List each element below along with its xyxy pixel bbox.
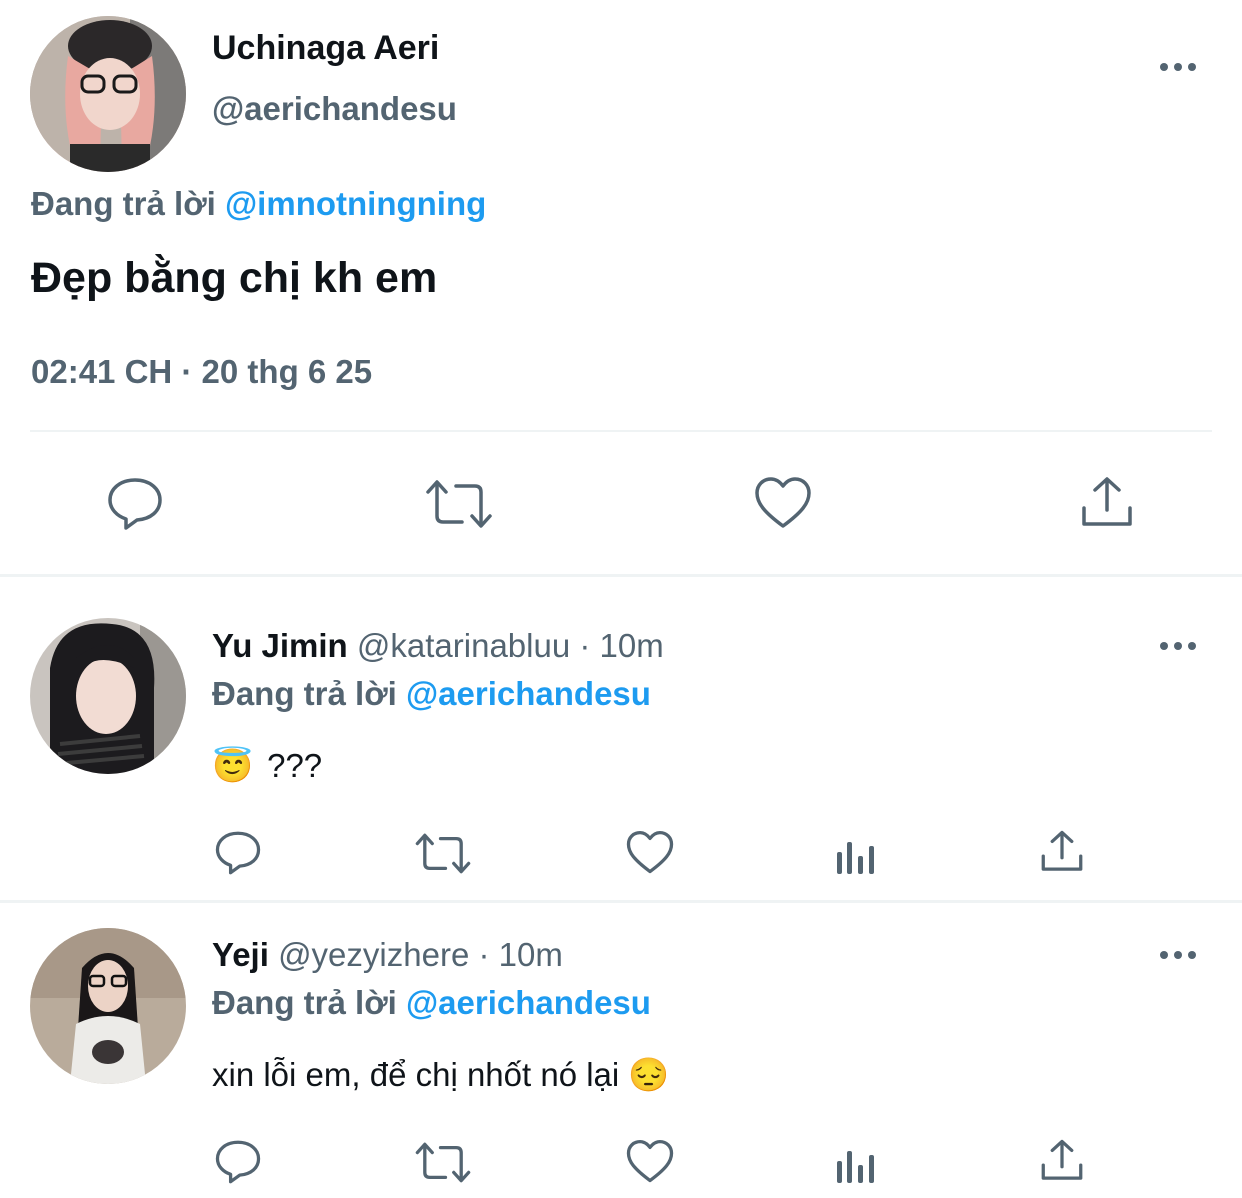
main-tweet-text: Đẹp bằng chị kh em xyxy=(31,254,438,302)
avatar-reply-2[interactable] xyxy=(30,928,186,1084)
views-icon[interactable] xyxy=(836,834,876,874)
more-icon[interactable] xyxy=(1160,638,1200,654)
share-icon[interactable] xyxy=(1040,1139,1084,1183)
smiling-halo-emoji: 😇 xyxy=(212,747,254,784)
reply-2-display-name[interactable]: Yeji xyxy=(212,936,269,973)
like-icon[interactable] xyxy=(626,830,674,875)
reply-1-text: 😇??? xyxy=(212,746,322,786)
views-icon[interactable] xyxy=(836,1143,876,1183)
share-icon[interactable] xyxy=(1080,476,1134,530)
reply-1-body: ??? xyxy=(267,747,323,784)
reply-1-handle[interactable]: @katarinabluu xyxy=(357,627,570,664)
reply-1-header: Yu Jimin @katarinabluu · 10m xyxy=(212,626,664,666)
main-handle[interactable]: @aerichandesu xyxy=(212,89,457,129)
avatar-main[interactable] xyxy=(30,16,186,172)
more-icon[interactable] xyxy=(1160,947,1200,963)
main-timestamp[interactable]: 02:41 CH · 20 thg 6 25 xyxy=(31,352,372,392)
reply-to-link[interactable]: @imnotningning xyxy=(225,185,486,222)
main-divider xyxy=(30,430,1212,432)
reply-prefix: Đang trả lời xyxy=(31,185,216,222)
reply-2-text: xin lỗi em, để chị nhốt nó lại 😔 xyxy=(212,1055,670,1095)
main-reply-context: Đang trả lời @imnotningning xyxy=(31,184,486,224)
section-divider xyxy=(0,574,1242,577)
reply-to-link[interactable]: @aerichandesu xyxy=(406,675,651,712)
reply-1-display-name[interactable]: Yu Jimin xyxy=(212,627,348,664)
retweet-icon[interactable] xyxy=(414,832,472,875)
retweet-icon[interactable] xyxy=(424,478,494,530)
pensive-emoji: 😔 xyxy=(628,1056,670,1093)
reply-1-context: Đang trả lời @aerichandesu xyxy=(212,674,651,714)
reply-icon[interactable] xyxy=(214,830,262,876)
retweet-icon[interactable] xyxy=(414,1141,472,1184)
main-display-name[interactable]: Uchinaga Aeri xyxy=(212,28,439,68)
reply-2-time[interactable]: · 10m xyxy=(478,936,562,973)
reply-2-header: Yeji @yezyizhere · 10m xyxy=(212,935,563,975)
reply-prefix: Đang trả lời xyxy=(212,675,397,712)
reply-prefix: Đang trả lời xyxy=(212,984,397,1021)
reply-2-context: Đang trả lời @aerichandesu xyxy=(212,983,651,1023)
reply-icon[interactable] xyxy=(214,1139,262,1185)
reply-1-time[interactable]: · 10m xyxy=(579,627,663,664)
avatar-reply-1[interactable] xyxy=(30,618,186,774)
reply-icon[interactable] xyxy=(106,476,164,532)
reply-2-body: xin lỗi em, để chị nhốt nó lại xyxy=(212,1056,620,1093)
more-icon[interactable] xyxy=(1160,59,1200,75)
like-icon[interactable] xyxy=(626,1139,674,1184)
reply-to-link[interactable]: @aerichandesu xyxy=(406,984,651,1021)
like-icon[interactable] xyxy=(754,476,812,530)
share-icon[interactable] xyxy=(1040,830,1084,874)
reply-2-handle[interactable]: @yezyizhere xyxy=(278,936,469,973)
section-divider xyxy=(0,900,1242,903)
